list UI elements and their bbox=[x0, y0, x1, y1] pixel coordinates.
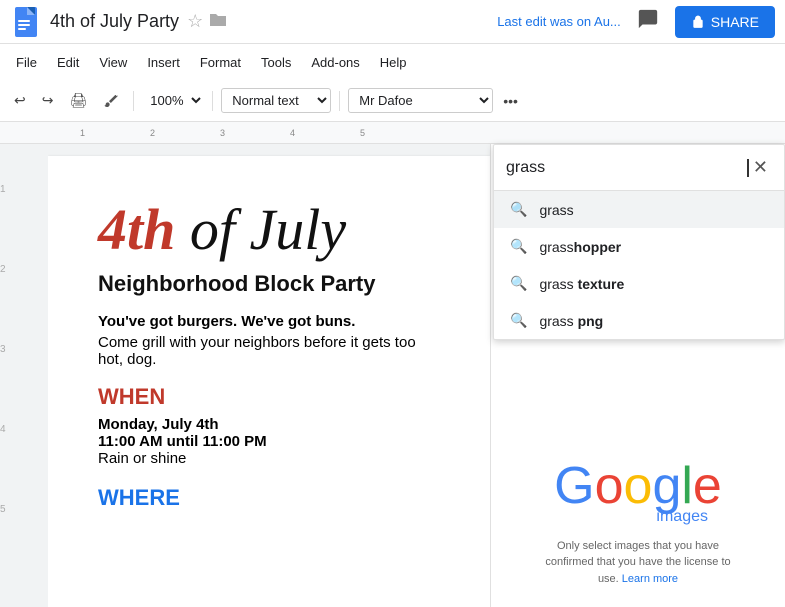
images-label: images bbox=[656, 508, 708, 526]
folder-icon[interactable] bbox=[209, 11, 227, 32]
tagline-bold: You've got burgers. We've got buns. bbox=[98, 313, 440, 330]
document-page: 4th of July Neighborhood Block Party You… bbox=[48, 156, 490, 607]
search-result-text: grass png bbox=[539, 313, 603, 329]
search-dropdown: grass ✕ 🔍 grass 🔍 grasshopper 🔍 grass te… bbox=[493, 144, 785, 340]
of-july-text: of July bbox=[175, 197, 346, 262]
ruler-mark: 4 bbox=[290, 128, 295, 138]
margin-number: 4 bbox=[0, 424, 10, 435]
font-selector[interactable]: Mr Dafoe Arial Times New Roman bbox=[348, 88, 493, 113]
margin-number: 5 bbox=[0, 504, 10, 515]
ruler-mark: 5 bbox=[360, 128, 365, 138]
redo-button[interactable]: ↪ bbox=[36, 88, 60, 113]
images-caption: Only select images that you have confirm… bbox=[538, 538, 738, 588]
document-title: 4th of July Party bbox=[50, 11, 179, 32]
separator3 bbox=[339, 91, 340, 111]
document-area: 4th of July Neighborhood Block Party You… bbox=[48, 144, 490, 607]
margin-number: 2 bbox=[0, 264, 10, 275]
menu-tools[interactable]: Tools bbox=[253, 51, 299, 74]
fourth-red-text: 4th bbox=[98, 197, 175, 262]
ruler-mark: 2 bbox=[150, 128, 155, 138]
undo-button[interactable]: ↩ bbox=[8, 88, 32, 113]
search-result-grass[interactable]: 🔍 grass bbox=[494, 191, 784, 228]
docs-icon bbox=[10, 4, 42, 40]
when-heading: WHEN bbox=[98, 384, 440, 410]
search-result-icon: 🔍 bbox=[510, 312, 527, 329]
search-result-grass-png[interactable]: 🔍 grass png bbox=[494, 302, 784, 339]
paint-format-button[interactable] bbox=[97, 89, 125, 113]
separator bbox=[133, 91, 134, 111]
search-result-text: grass bbox=[539, 202, 573, 218]
separator2 bbox=[212, 91, 213, 111]
google-logo-text: Google bbox=[554, 456, 722, 516]
ruler-mark: 1 bbox=[80, 128, 85, 138]
where-heading: WHERE bbox=[98, 485, 440, 511]
search-result-text: grass texture bbox=[539, 276, 624, 292]
zoom-selector[interactable]: 100% 75% 125% bbox=[142, 88, 204, 113]
block-party-title: Neighborhood Block Party bbox=[98, 271, 440, 297]
when-detail1: Monday, July 4th bbox=[98, 416, 440, 433]
ruler-mark: 3 bbox=[220, 128, 225, 138]
search-result-text: grasshopper bbox=[539, 239, 621, 255]
when-detail3: Rain or shine bbox=[98, 450, 440, 467]
close-search-button[interactable]: ✕ bbox=[749, 153, 772, 182]
menu-addons[interactable]: Add-ons bbox=[303, 51, 367, 74]
google-images-logo: Google images Only select images that yo… bbox=[538, 456, 738, 588]
menu-file[interactable]: File bbox=[8, 51, 45, 74]
menu-bar: File Edit View Insert Format Tools Add-o… bbox=[0, 44, 785, 80]
last-edit-link[interactable]: Last edit was on Au... bbox=[497, 14, 621, 29]
search-result-icon: 🔍 bbox=[510, 238, 527, 255]
margin-number: 3 bbox=[0, 344, 10, 355]
chat-icon[interactable] bbox=[637, 8, 659, 35]
star-icon[interactable]: ☆ bbox=[187, 11, 203, 32]
search-query: grass bbox=[506, 159, 747, 177]
share-button[interactable]: SHARE bbox=[675, 6, 775, 38]
images-panel: grass ✕ 🔍 grass 🔍 grasshopper 🔍 grass te… bbox=[490, 144, 785, 607]
search-result-icon: 🔍 bbox=[510, 201, 527, 218]
menu-view[interactable]: View bbox=[91, 51, 135, 74]
more-options-button[interactable]: ••• bbox=[497, 89, 524, 113]
menu-help[interactable]: Help bbox=[372, 51, 415, 74]
search-result-grasshopper[interactable]: 🔍 grasshopper bbox=[494, 228, 784, 265]
tagline-normal: Come grill with your neighbors before it… bbox=[98, 334, 440, 368]
title-bar: 4th of July Party ☆ Last edit was on Au.… bbox=[0, 0, 785, 44]
menu-edit[interactable]: Edit bbox=[49, 51, 87, 74]
left-margin: 1 2 3 4 5 bbox=[0, 144, 48, 607]
learn-more-link[interactable]: Learn more bbox=[622, 573, 678, 585]
search-bar: grass ✕ bbox=[494, 145, 784, 191]
main-area: 1 2 3 4 5 4th of July Neighborhood Block… bbox=[0, 144, 785, 607]
search-result-grass-texture[interactable]: 🔍 grass texture bbox=[494, 265, 784, 302]
when-detail2: 11:00 AM until 11:00 PM bbox=[98, 433, 440, 450]
menu-insert[interactable]: Insert bbox=[139, 51, 188, 74]
toolbar: ↩ ↪ 🖨 100% 75% 125% Normal text Title He… bbox=[0, 80, 785, 122]
search-result-icon: 🔍 bbox=[510, 275, 527, 292]
title-art: 4th of July bbox=[98, 196, 440, 263]
paragraph-style-selector[interactable]: Normal text Title Heading 1 Heading 2 bbox=[221, 88, 331, 113]
menu-format[interactable]: Format bbox=[192, 51, 249, 74]
print-button[interactable]: 🖨 bbox=[63, 88, 93, 113]
ruler: 1 2 3 4 5 bbox=[0, 122, 785, 144]
margin-number: 1 bbox=[0, 184, 10, 195]
